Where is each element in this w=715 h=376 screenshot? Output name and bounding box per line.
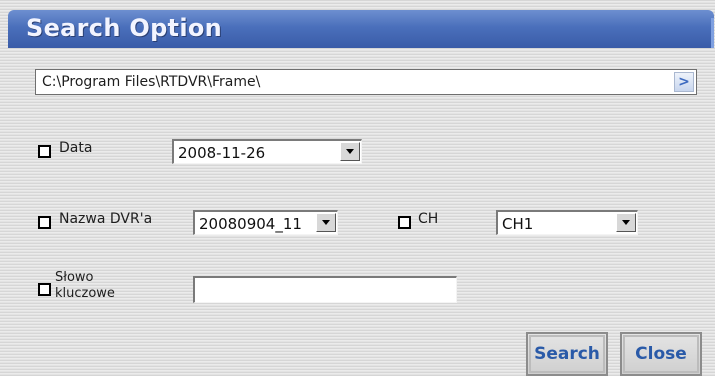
search-button[interactable]: Search [526, 332, 608, 376]
channel-label: CH [418, 211, 439, 227]
chevron-down-icon [622, 220, 630, 225]
channel-checkbox[interactable] [398, 216, 411, 229]
date-dropdown-button[interactable] [340, 142, 360, 161]
search-option-window: Search Option C:\Program Files\RTDVR\Fra… [0, 0, 715, 376]
date-checkbox[interactable] [38, 145, 51, 158]
dvr-name-value: 20080904_11 [199, 215, 302, 233]
channel-value: CH1 [502, 215, 534, 233]
dvr-name-label: Nazwa DVR'a [59, 211, 153, 227]
chevron-down-icon [322, 220, 330, 225]
channel-dropdown-button[interactable] [616, 213, 636, 232]
keyword-label-line1: Słowo [55, 270, 94, 285]
chevron-down-icon [346, 149, 354, 154]
path-field[interactable]: C:\Program Files\RTDVR\Frame\ > [35, 69, 697, 95]
channel-dropdown[interactable]: CH1 [496, 210, 638, 235]
date-label: Data [59, 140, 93, 156]
title-bar: Search Option [8, 10, 714, 48]
keyword-checkbox[interactable] [38, 283, 51, 296]
path-value: C:\Program Files\RTDVR\Frame\ [42, 74, 261, 90]
keyword-label-line2: kluczowe [55, 286, 115, 301]
keyword-input[interactable] [193, 276, 457, 303]
dvr-name-dropdown-button[interactable] [316, 213, 336, 232]
close-button[interactable]: Close [620, 332, 702, 376]
browse-arrow-icon[interactable]: > [674, 72, 694, 92]
title-bar-edge [711, 18, 714, 48]
window-title: Search Option [26, 14, 223, 42]
date-value: 2008-11-26 [178, 144, 266, 162]
dvr-name-dropdown[interactable]: 20080904_11 [193, 210, 338, 235]
date-dropdown[interactable]: 2008-11-26 [172, 139, 362, 164]
dvr-name-checkbox[interactable] [38, 216, 51, 229]
